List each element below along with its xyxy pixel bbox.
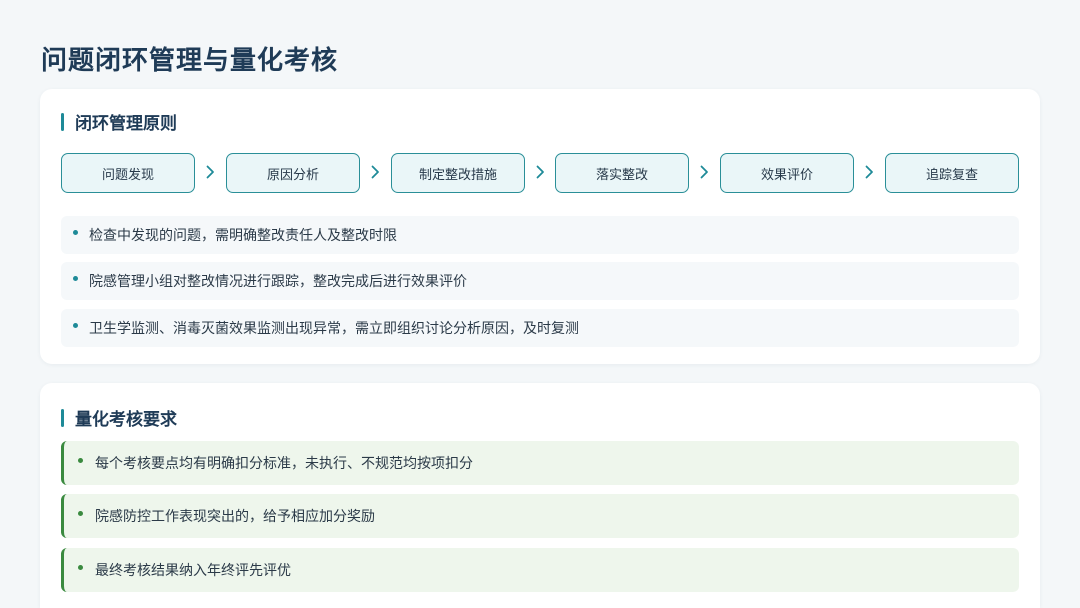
list-item-text: 院感管理小组对整改情况进行跟踪，整改完成后进行效果评价 [89, 274, 467, 290]
list-item: 每个考核要点均有明确扣分标准，未执行、不规范均按项扣分 [61, 441, 1019, 485]
section-title: 闭环管理原则 [75, 114, 177, 134]
list-item: 院感防控工作表现突出的，给予相应加分奖励 [61, 494, 1019, 538]
section-title: 量化考核要求 [75, 410, 177, 430]
list-item: 检查中发现的问题，需明确整改责任人及整改时限 [61, 216, 1019, 254]
chevron-right-icon [200, 153, 220, 191]
page-title: 问题闭环管理与量化考核 [41, 46, 339, 76]
quantitative-assessment-card: 量化考核要求 每个考核要点均有明确扣分标准，未执行、不规范均按项扣分 院感防控工… [40, 383, 1040, 608]
chevron-right-icon [365, 153, 385, 191]
list-item: 最终考核结果纳入年终评先评优 [61, 548, 1019, 592]
chevron-right-icon [530, 153, 550, 191]
bullet-dot-icon [73, 322, 78, 328]
chevron-right-icon [694, 153, 714, 191]
section-accent-bar [61, 112, 64, 131]
bullet-dot-icon [78, 564, 83, 570]
list-item-text: 每个考核要点均有明确扣分标准，未执行、不规范均按项扣分 [95, 456, 473, 472]
flow-step: 制定整改措施 [391, 153, 525, 193]
list-item-text: 院感防控工作表现突出的，给予相应加分奖励 [95, 509, 375, 525]
flow-step: 追踪复查 [885, 153, 1019, 193]
process-flow: 问题发现 原因分析 制定整改措施 落实整改 效果评价 追踪复查 [61, 153, 1019, 193]
section-header: 闭环管理原则 [61, 109, 177, 134]
bullet-dot-icon [73, 275, 78, 281]
flow-step: 效果评价 [720, 153, 854, 193]
section-header: 量化考核要求 [61, 405, 177, 430]
closed-loop-card: 闭环管理原则 问题发现 原因分析 制定整改措施 落实整改 效果评价 追踪复查 检… [40, 89, 1040, 364]
list-item-text: 卫生学监测、消毒灭菌效果监测出现异常，需立即组织讨论分析原因，及时复测 [89, 321, 579, 337]
bullet-dot-icon [73, 229, 78, 235]
bullet-dot-icon [78, 457, 83, 463]
flow-step: 问题发现 [61, 153, 195, 193]
flow-step: 落实整改 [555, 153, 689, 193]
list-item: 院感管理小组对整改情况进行跟踪，整改完成后进行效果评价 [61, 262, 1019, 300]
section-accent-bar [61, 408, 64, 427]
list-item-text: 检查中发现的问题，需明确整改责任人及整改时限 [89, 228, 397, 244]
chevron-right-icon [859, 153, 879, 191]
flow-step: 原因分析 [226, 153, 360, 193]
list-item-text: 最终考核结果纳入年终评先评优 [95, 563, 291, 579]
list-item: 卫生学监测、消毒灭菌效果监测出现异常，需立即组织讨论分析原因，及时复测 [61, 309, 1019, 347]
bullet-dot-icon [78, 510, 83, 516]
